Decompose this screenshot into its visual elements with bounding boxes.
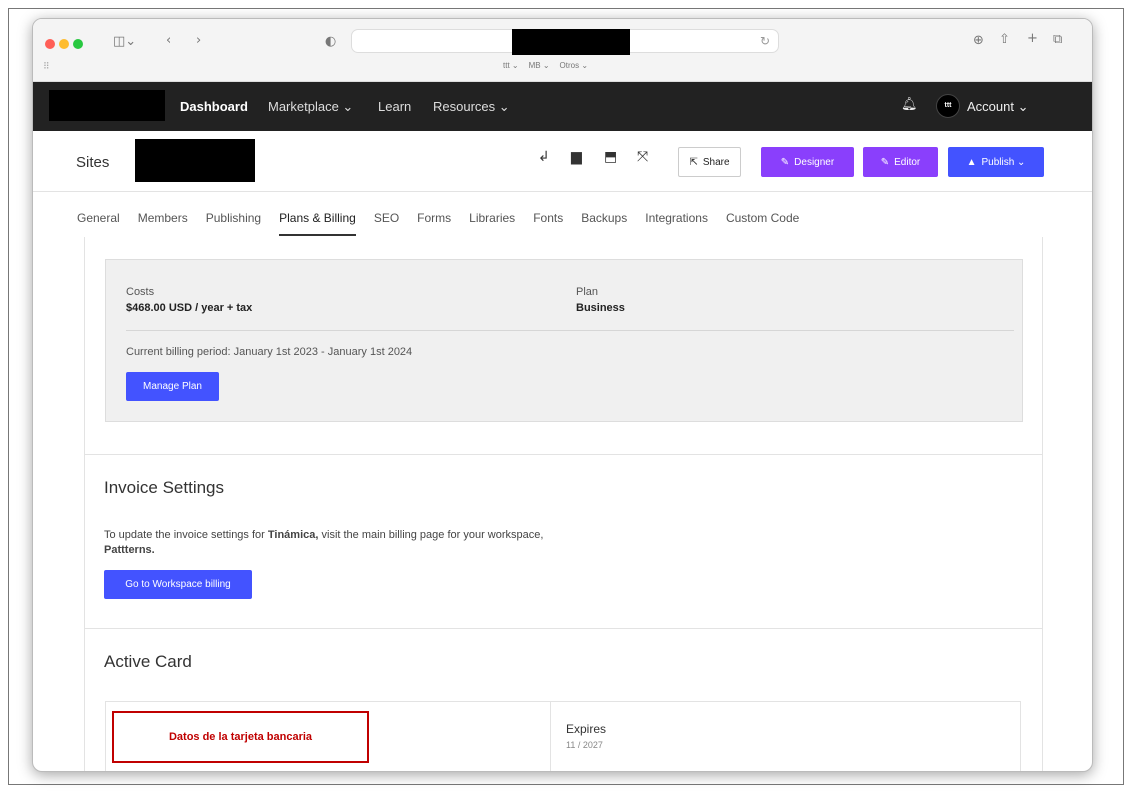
favorites-bar: ttt ⌄ MB ⌄ Otros ⌄ (503, 61, 588, 70)
new-tab-icon[interactable]: + (1027, 31, 1038, 46)
redacted-site-name (135, 139, 255, 182)
sidebar-toggle-icon[interactable]: ◫⌄ (113, 34, 136, 49)
tab-seo[interactable]: SEO (374, 211, 399, 236)
redacted-url (512, 29, 630, 55)
workspace-name: Pattterns. (104, 544, 155, 556)
tab-forms[interactable]: Forms (417, 211, 451, 236)
costs-label: Costs (126, 286, 155, 298)
publish-icon: ▲ (966, 156, 977, 168)
invoice-description: To update the invoice settings for Tinám… (104, 528, 664, 558)
downloads-icon[interactable]: ⊕ (973, 33, 984, 48)
archive-icon[interactable]: ⤧ (637, 149, 648, 165)
notification-bell-icon[interactable]: 🔔︎ (901, 97, 918, 112)
billing-period: Current billing period: January 1st 2023… (126, 346, 413, 358)
plan-value: Business (576, 302, 625, 314)
divider (85, 628, 1042, 629)
pencil-icon: ✎ (880, 156, 890, 168)
invoice-settings-heading: Invoice Settings (104, 478, 225, 497)
nav-dashboard[interactable]: Dashboard (180, 99, 248, 114)
tab-plans-billing[interactable]: Plans & Billing (279, 211, 356, 236)
tab-members[interactable]: Members (138, 211, 188, 236)
close-window-button[interactable] (45, 39, 55, 49)
top-navigation: Dashboard Marketplace ⌄ Learn Resources … (33, 82, 1092, 131)
favorite-folder[interactable]: Otros ⌄ (560, 61, 588, 70)
tab-backups[interactable]: Backups (581, 211, 627, 236)
publish-button[interactable]: ▲ Publish ⌄ (948, 147, 1044, 177)
invoice-text-before: To update the invoice settings for (104, 529, 268, 541)
nav-resources[interactable]: Resources ⌄ (433, 99, 510, 115)
tab-general[interactable]: General (77, 211, 120, 236)
sites-header: Sites ↲ ▆ ⬒ ⤧ ⇱ Share ✎ Designer ✎ Edito… (33, 131, 1092, 192)
share-page-icon[interactable]: ⇧ (999, 32, 1010, 47)
page-title: Sites (76, 154, 110, 171)
site-name: Tinámica, (267, 529, 319, 541)
tab-custom-code[interactable]: Custom Code (726, 211, 799, 236)
share-icon: ⇱ (689, 156, 698, 168)
maximize-window-button[interactable] (73, 39, 83, 49)
share-button[interactable]: ⇱ Share (678, 147, 741, 177)
card-details-annotation: Datos de la tarjeta bancaria (112, 711, 369, 763)
avatar[interactable]: ttt (936, 94, 960, 118)
duplicate-icon[interactable]: ⬒ (604, 149, 617, 165)
nav-learn[interactable]: Learn (378, 99, 411, 114)
costs-value: $468.00 USD / year + tax (126, 302, 253, 314)
tab-integrations[interactable]: Integrations (645, 211, 708, 236)
divider (550, 702, 551, 771)
billing-panel: Costs $468.00 USD / year + tax Plan Busi… (84, 237, 1043, 771)
tab-publishing[interactable]: Publishing (206, 211, 261, 236)
nav-marketplace[interactable]: Marketplace ⌄ (268, 99, 353, 115)
active-card: Datos de la tarjeta bancaria Expires 11 … (105, 701, 1021, 771)
forward-icon[interactable]: › (196, 33, 201, 48)
brush-icon: ✎ (780, 156, 790, 168)
settings-tabs: General Members Publishing Plans & Billi… (77, 211, 817, 236)
divider (85, 454, 1042, 455)
browser-toolbar: ◫⌄ ‹ › ◐ ↻ ⊕ ⇧ + ⧉ ⠿ ttt ⌄ MB ⌄ Otros ⌄ (33, 19, 1092, 82)
divider (126, 330, 1014, 331)
manage-plan-button[interactable]: Manage Plan (126, 372, 219, 401)
minimize-window-button[interactable] (59, 39, 69, 49)
publish-label: Publish ⌄ (981, 156, 1026, 168)
editor-button[interactable]: ✎ Editor (863, 147, 938, 177)
tab-libraries[interactable]: Libraries (469, 211, 515, 236)
workspace-billing-button[interactable]: Go to Workspace billing (104, 570, 252, 599)
address-bar[interactable]: ↻ (351, 29, 779, 55)
apps-grid-icon[interactable]: ⠿ (43, 61, 50, 72)
active-card-heading: Active Card (104, 652, 192, 671)
account-menu[interactable]: Account ⌄ (967, 99, 1028, 115)
tab-fonts[interactable]: Fonts (533, 211, 563, 236)
trash-icon[interactable]: ▆ (571, 149, 582, 165)
transfer-icon[interactable]: ↲ (538, 149, 550, 165)
expires-label: Expires (566, 722, 607, 736)
back-icon[interactable]: ‹ (166, 33, 171, 48)
expires-value: 11 / 2027 (566, 740, 603, 750)
reload-icon[interactable]: ↻ (760, 34, 770, 48)
favorite-folder[interactable]: ttt ⌄ (503, 61, 519, 70)
plan-summary: Costs $468.00 USD / year + tax Plan Busi… (105, 259, 1023, 422)
browser-window: ◫⌄ ‹ › ◐ ↻ ⊕ ⇧ + ⧉ ⠿ ttt ⌄ MB ⌄ Otros ⌄ … (32, 18, 1093, 772)
plan-label: Plan (576, 286, 599, 298)
tab-overview-icon[interactable]: ⧉ (1053, 32, 1062, 47)
designer-label: Designer (794, 156, 835, 168)
redacted-logo (49, 90, 165, 121)
editor-label: Editor (894, 156, 921, 168)
favorite-folder[interactable]: MB ⌄ (529, 61, 550, 70)
share-label: Share (702, 156, 730, 168)
designer-button[interactable]: ✎ Designer (761, 147, 854, 177)
privacy-shield-icon[interactable]: ◐ (325, 34, 336, 49)
invoice-text-after: visit the main billing page for your wor… (318, 529, 544, 541)
